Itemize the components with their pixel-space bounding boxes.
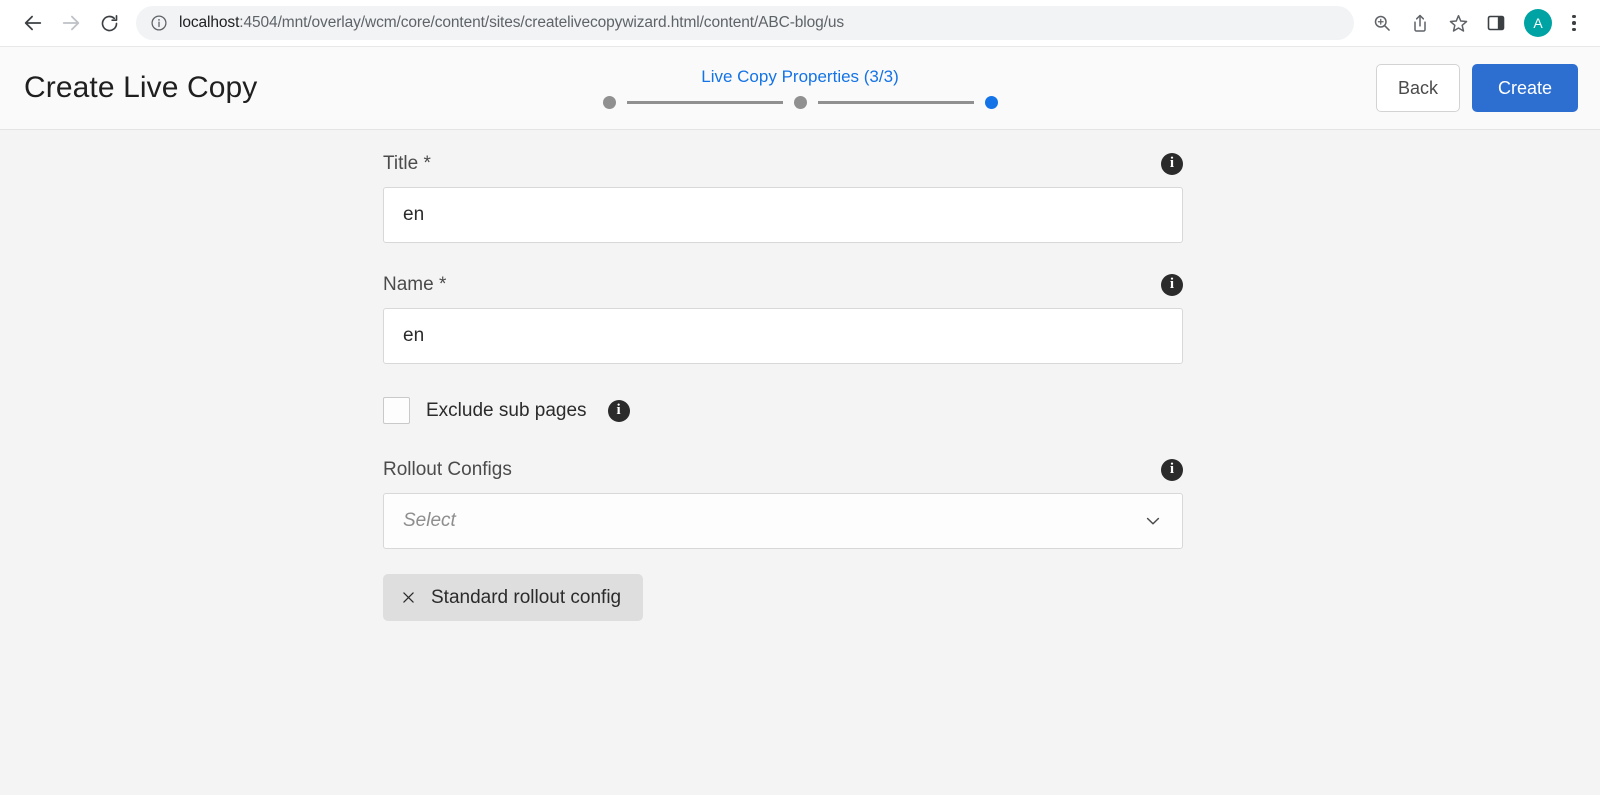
avatar[interactable]: A xyxy=(1524,9,1552,37)
form-column: Title * i en Name * i en Exclude sub pag… xyxy=(383,149,1183,621)
browser-menu-button[interactable] xyxy=(1562,5,1586,41)
bookmark-button[interactable] xyxy=(1440,5,1476,41)
wizard-content: Title * i en Name * i en Exclude sub pag… xyxy=(0,130,1600,795)
share-button[interactable] xyxy=(1402,5,1438,41)
wizard-step-dot-1[interactable] xyxy=(602,96,616,109)
rollout-configs-label-row: Rollout Configs i xyxy=(383,455,1183,485)
title-info-icon[interactable]: i xyxy=(1161,153,1183,175)
site-info-icon[interactable] xyxy=(150,14,168,32)
name-label: Name * xyxy=(383,274,447,295)
page-title: Create Live Copy xyxy=(24,71,258,104)
close-icon[interactable] xyxy=(400,589,417,606)
bookmark-star-icon xyxy=(1449,14,1467,32)
wizard-step-rail xyxy=(602,96,998,109)
wizard-step-connector-1 xyxy=(626,101,783,104)
title-label-row: Title * i xyxy=(383,149,1183,179)
rollout-config-chip-label: Standard rollout config xyxy=(431,586,622,608)
name-input[interactable]: en xyxy=(383,308,1183,364)
title-field-group: Title * i en xyxy=(383,149,1183,243)
rollout-configs-label: Rollout Configs xyxy=(383,459,512,480)
name-label-row: Name * i xyxy=(383,270,1183,300)
back-button[interactable]: Back xyxy=(1376,64,1460,112)
url-host: localhost xyxy=(179,14,240,31)
title-input[interactable]: en xyxy=(383,187,1183,243)
rollout-configs-select[interactable]: Select xyxy=(383,493,1183,549)
exclude-sub-pages-info-icon[interactable]: i xyxy=(607,399,630,422)
browser-toolbar: localhost:4504/mnt/overlay/wcm/core/cont… xyxy=(0,0,1600,47)
exclude-sub-pages-label: Exclude sub pages xyxy=(426,399,587,421)
menu-dot xyxy=(1572,27,1576,32)
name-field-group: Name * i en xyxy=(383,270,1183,364)
browser-back-button[interactable] xyxy=(14,4,52,42)
wizard-header: Create Live Copy Live Copy Properties (3… xyxy=(0,47,1600,130)
menu-dot xyxy=(1572,21,1576,25)
zoom-icon xyxy=(1374,15,1390,31)
header-actions: Back Create xyxy=(1376,64,1578,112)
wizard-step-connector-2 xyxy=(817,101,974,104)
rollout-config-chip[interactable]: Standard rollout config xyxy=(383,574,644,621)
chevron-down-icon xyxy=(1146,517,1160,525)
wizard-step-label: Live Copy Properties (3/3) xyxy=(701,67,899,86)
wizard-step-dot-2[interactable] xyxy=(793,96,807,109)
browser-toolbar-icons: A xyxy=(1364,5,1586,41)
arrow-left-icon xyxy=(24,15,42,31)
browser-reload-button[interactable] xyxy=(90,4,128,42)
url-text: localhost:4504/mnt/overlay/wcm/core/cont… xyxy=(179,14,844,32)
wizard-step-dot-3[interactable] xyxy=(984,96,998,109)
zoom-button[interactable] xyxy=(1364,5,1400,41)
share-icon xyxy=(1414,14,1426,32)
create-button[interactable]: Create xyxy=(1472,64,1578,112)
rollout-configs-group: Rollout Configs i Select Standard rollou… xyxy=(383,455,1183,621)
reload-icon xyxy=(101,14,117,31)
side-panel-button[interactable] xyxy=(1478,5,1514,41)
browser-forward-button[interactable] xyxy=(52,4,90,42)
title-label: Title * xyxy=(383,153,431,174)
url-path: :4504/mnt/overlay/wcm/core/content/sites… xyxy=(239,14,845,31)
menu-dot xyxy=(1572,14,1576,19)
address-bar[interactable]: localhost:4504/mnt/overlay/wcm/core/cont… xyxy=(136,6,1354,40)
exclude-sub-pages-row: Exclude sub pages i xyxy=(383,397,1183,424)
name-info-icon[interactable]: i xyxy=(1161,274,1183,296)
side-panel-icon xyxy=(1487,15,1505,31)
exclude-sub-pages-checkbox[interactable] xyxy=(383,397,410,424)
rollout-configs-info-icon[interactable]: i xyxy=(1161,459,1183,481)
rollout-configs-placeholder: Select xyxy=(403,510,456,531)
arrow-right-icon xyxy=(62,15,80,31)
